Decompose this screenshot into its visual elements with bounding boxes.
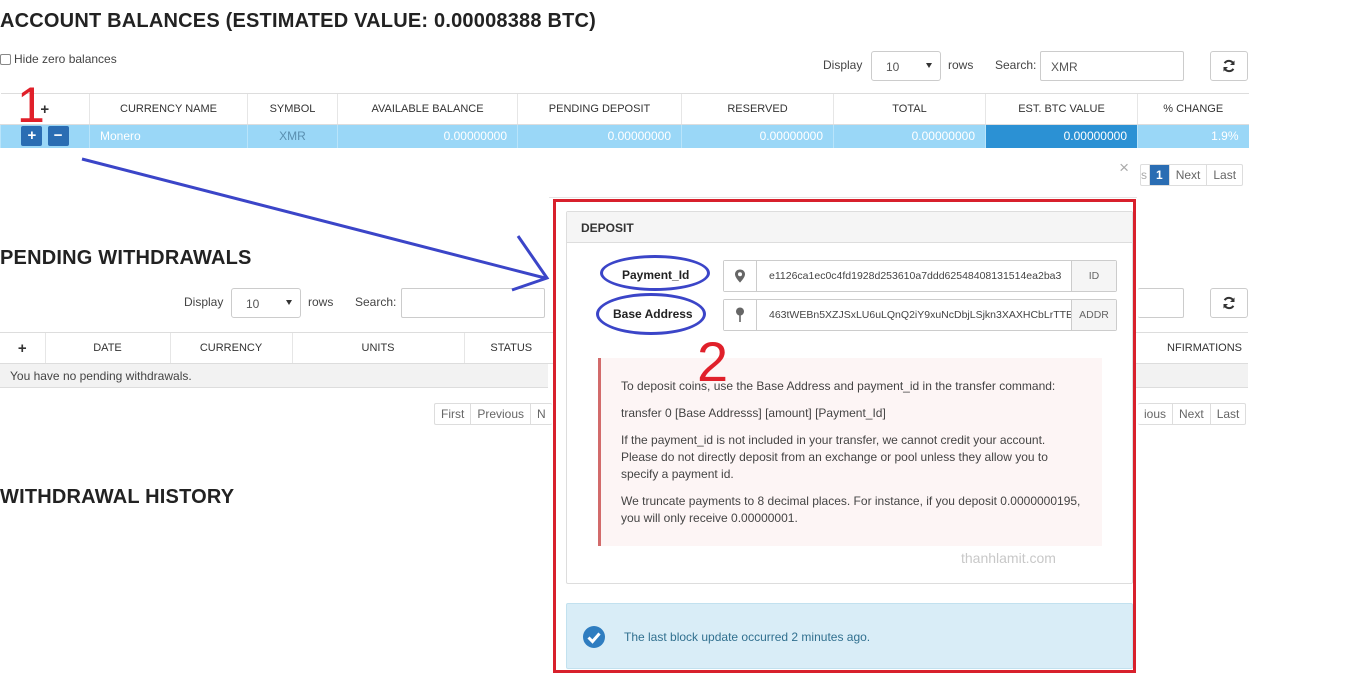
arrow-annotation xyxy=(81,157,550,292)
